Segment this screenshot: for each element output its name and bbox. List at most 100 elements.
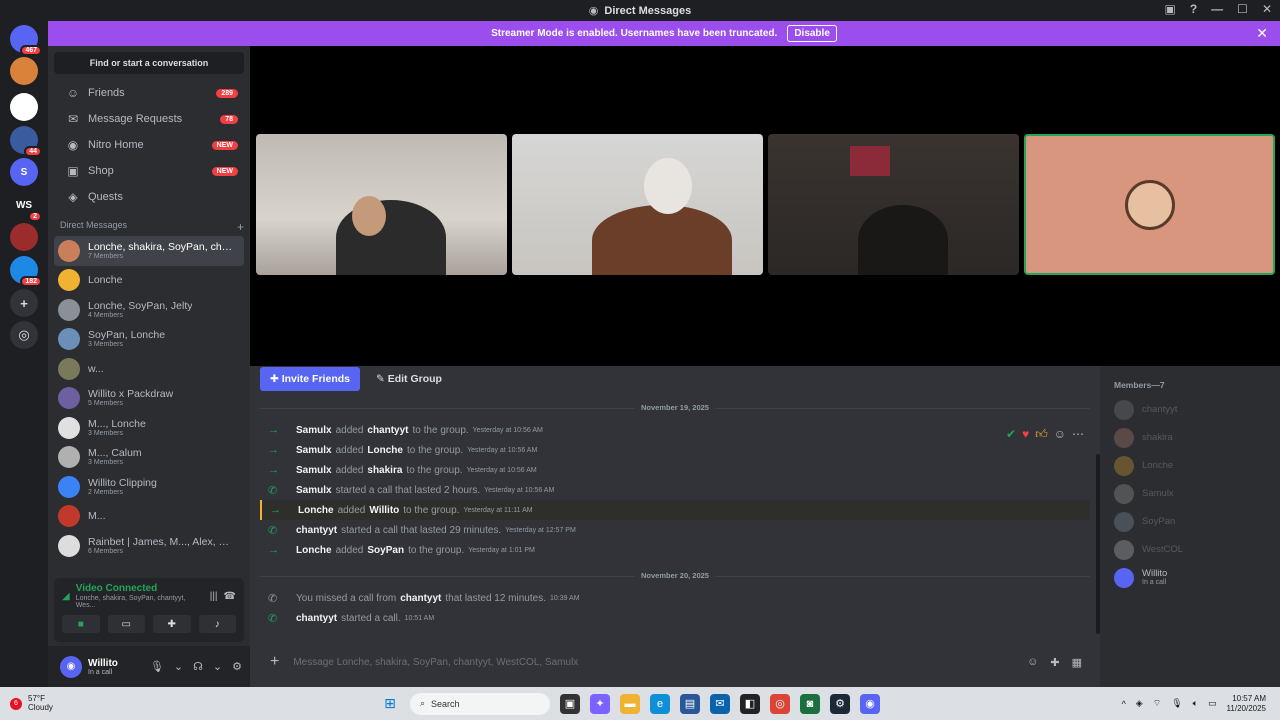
maximize-icon[interactable]: ☐	[1237, 2, 1248, 16]
dm-item[interactable]: M...	[54, 502, 244, 532]
check-react-icon[interactable]: ✔	[1006, 427, 1016, 442]
soundboard-button[interactable]: ♪	[198, 615, 236, 633]
system-message[interactable]: ✆ chantyyt started a call that lasted 29 m…	[260, 520, 1090, 540]
video-tile-3[interactable]	[768, 134, 1019, 275]
nav-nitro-home[interactable]: ◉ Nitro Home NEW	[54, 132, 244, 158]
dm-item[interactable]: Willito Clipping 2 Members	[54, 472, 244, 502]
discord-taskbar-icon[interactable]: ◉	[860, 693, 880, 714]
dm-item[interactable]: M..., Lonche 3 Members	[54, 413, 244, 443]
nav-quests[interactable]: ◈ Quests	[54, 184, 244, 210]
nav-friends[interactable]: ☺ Friends 289	[54, 80, 244, 106]
member-item[interactable]: Willito In a call	[1114, 564, 1280, 592]
screen-share-button[interactable]: ▭	[107, 615, 145, 633]
clock[interactable]: 10:57 AM 11/20/2025	[1227, 694, 1266, 713]
battery-icon[interactable]: ▭	[1208, 698, 1217, 709]
disconnect-icon[interactable]: ☎	[224, 591, 236, 602]
message-target-user[interactable]: SoyPan	[367, 545, 404, 556]
system-message[interactable]: ✆ Samulx started a call that lasted 2 hour…	[260, 480, 1090, 500]
close-banner-icon[interactable]: ✕	[1256, 25, 1268, 42]
mic-icon[interactable]: 🎙︎	[150, 660, 164, 673]
server-icon[interactable]	[10, 93, 38, 121]
server-icon[interactable]	[10, 57, 38, 85]
noise-suppression-icon[interactable]: |||	[210, 591, 218, 602]
server-icon[interactable]: WS 2	[10, 191, 42, 222]
message-user[interactable]: Samulx	[296, 425, 332, 436]
outlook-icon[interactable]: ✉	[710, 693, 730, 714]
task-view-icon[interactable]: ▣	[560, 693, 580, 714]
apps-icon[interactable]: ✚	[1050, 656, 1059, 669]
minimize-icon[interactable]: —	[1211, 2, 1223, 16]
message-user[interactable]: chantyyt	[296, 525, 337, 536]
attach-icon[interactable]: +	[270, 653, 279, 671]
dm-item[interactable]: w...	[54, 354, 244, 384]
message-input[interactable]: Message Lonche, shakira, SoyPan, chantyy…	[293, 657, 578, 668]
dm-item[interactable]: SoyPan, Lonche 3 Members	[54, 325, 244, 355]
close-window-icon[interactable]: ✕	[1262, 2, 1272, 16]
camera-button[interactable]: ■	[62, 615, 100, 633]
nav-shop[interactable]: ▣ Shop NEW	[54, 158, 244, 184]
app-icon[interactable]: ◧	[740, 693, 760, 714]
headphones-icon[interactable]: ☊	[193, 660, 203, 673]
message-user[interactable]: Lonche	[298, 505, 334, 516]
disable-button[interactable]: Disable	[787, 25, 837, 42]
green-app-icon[interactable]: ◙	[800, 693, 820, 714]
video-tile-4[interactable]	[1024, 134, 1275, 275]
user-avatar[interactable]: ◉	[60, 655, 82, 678]
dm-item[interactable]: Rainbet | James, M..., Alex, Lo... 6 Memb…	[54, 531, 244, 561]
invite-friends-button[interactable]: ✚ Invite Friends	[260, 367, 360, 391]
inbox-icon[interactable]: ▣	[1164, 2, 1175, 16]
member-item[interactable]: shakira	[1114, 424, 1280, 452]
tray-overflow-icon[interactable]: ^	[1122, 699, 1126, 709]
taskbar-search[interactable]: ⌕ Search	[410, 692, 550, 715]
find-conversation-input[interactable]: Find or start a conversation	[54, 52, 244, 74]
member-item[interactable]: Samulx	[1114, 480, 1280, 508]
message-target-user[interactable]: chantyyt	[367, 425, 408, 436]
volume-icon[interactable]: 🔈︎	[1193, 698, 1198, 709]
add-reaction-icon[interactable]: ☺	[1054, 427, 1066, 442]
server-icon[interactable]: 44	[10, 126, 42, 157]
gift-icon[interactable]: ▦	[1072, 656, 1082, 669]
system-message[interactable]: → Lonche added SoyPan to the group. Yesterday…	[260, 540, 1090, 560]
system-message[interactable]: → Samulx added chantyyt to the group. Yesterd…	[260, 420, 1090, 440]
server-icon[interactable]	[10, 223, 38, 251]
message-composer[interactable]: + Message Lonche, shakira, SoyPan, chant…	[260, 649, 1090, 675]
dm-item[interactable]: Willito x Packdraw 5 Members	[54, 384, 244, 414]
discover-icon[interactable]: ◎	[10, 321, 38, 349]
tray-app-icon[interactable]: ◈	[1136, 698, 1143, 709]
message-target-user[interactable]: chantyyt	[400, 593, 441, 604]
emoji-icon[interactable]: ☺	[1027, 656, 1038, 669]
system-message[interactable]: → Samulx added Lonche to the group. Yesterday…	[260, 440, 1090, 460]
nav-message-requests[interactable]: ✉ Message Requests 78	[54, 106, 244, 132]
message-target-user[interactable]: Lonche	[367, 445, 403, 456]
copilot-icon[interactable]: ✦	[590, 693, 610, 714]
video-tile-2[interactable]	[512, 134, 763, 275]
system-message[interactable]: ✆ chantyyt started a call. 10:51 AM	[260, 608, 1090, 628]
member-item[interactable]: WestCOL	[1114, 536, 1280, 564]
windows-start-icon[interactable]: ⊞	[380, 694, 400, 714]
store-icon[interactable]: ▤	[680, 693, 700, 714]
add-dm-icon[interactable]: +	[237, 220, 244, 234]
activities-button[interactable]: ✚	[153, 615, 191, 633]
edit-group-button[interactable]: ✎ Edit Group	[366, 367, 452, 391]
settings-icon[interactable]: ⚙	[232, 660, 242, 673]
more-icon[interactable]: ⋯	[1072, 427, 1084, 442]
message-target-user[interactable]: Willito	[369, 505, 399, 516]
system-message[interactable]: → Samulx added shakira to the group. Yesterda…	[260, 460, 1090, 480]
server-icon[interactable]: 467	[10, 25, 42, 56]
network-icon[interactable]: ⌔	[1153, 698, 1161, 709]
dm-item[interactable]: Lonche, shakira, SoyPan, cha... 7 Members	[54, 236, 244, 266]
steam-icon[interactable]: ⚙	[830, 693, 850, 714]
message-user[interactable]: Samulx	[296, 465, 332, 476]
member-item[interactable]: SoyPan	[1114, 508, 1280, 536]
message-user[interactable]: chantyyt	[296, 613, 337, 624]
file-explorer-icon[interactable]: ▬	[620, 693, 640, 714]
server-icon[interactable]: S	[10, 158, 38, 186]
dm-item[interactable]: M..., Calum 3 Members	[54, 443, 244, 473]
help-icon[interactable]: ?	[1190, 2, 1197, 16]
message-user[interactable]: Samulx	[296, 445, 332, 456]
dm-item[interactable]: Lonche, SoyPan, Jelty 4 Members	[54, 295, 244, 325]
video-tile-1[interactable]	[256, 134, 507, 275]
thumbs-up-react-icon[interactable]: 👍︎	[1035, 427, 1048, 442]
add-server-icon[interactable]: +	[10, 289, 38, 317]
mic-options-icon[interactable]: ⌄	[174, 660, 183, 673]
